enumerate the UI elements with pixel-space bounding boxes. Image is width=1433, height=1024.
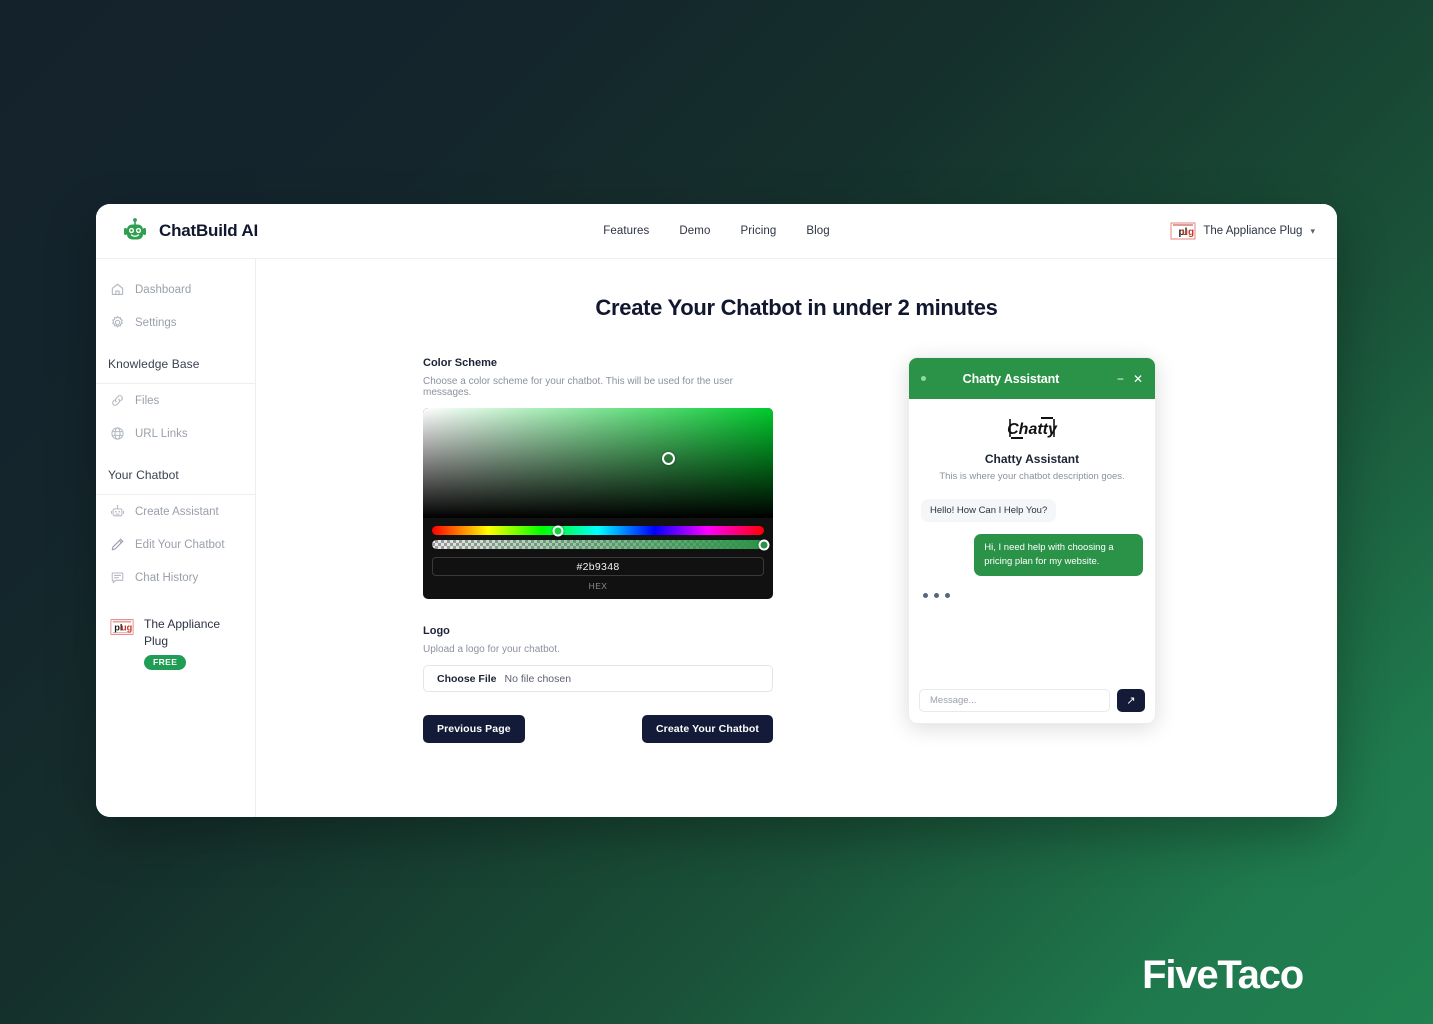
color-scheme-label: Color Scheme [423, 357, 497, 369]
gear-icon [110, 315, 125, 330]
logo-label: Logo [423, 625, 450, 637]
chat-widget-footer: ↗ [909, 680, 1155, 723]
alpha-slider-handle[interactable] [758, 539, 770, 550]
chat-widget-header: Chatty Assistant − ✕ [909, 358, 1155, 399]
close-icon[interactable]: ✕ [1133, 373, 1143, 385]
minimize-icon[interactable]: − [1117, 373, 1124, 385]
chat-message-input[interactable] [919, 689, 1110, 712]
nav-link-pricing[interactable]: Pricing [740, 225, 776, 237]
content-row: Color Scheme Choose a color scheme for y… [286, 357, 1307, 743]
sidebar-item-create-assistant[interactable]: Create Assistant [96, 495, 255, 528]
logo-help: Upload a logo for your chatbot. [423, 644, 560, 655]
brand-name: ChatBuild AI [159, 221, 258, 240]
app-body: Dashboard Settings Knowledge Base Files … [96, 259, 1337, 817]
alpha-slider[interactable] [432, 539, 770, 550]
logo-section: Logo Upload a logo for your chatbot. Cho… [423, 625, 773, 692]
chat-widget-body: Chatty Chatty Assistant This is where yo… [909, 399, 1155, 680]
robot-icon [110, 504, 125, 519]
fivetaco-watermark: FiveTaco [1142, 953, 1304, 997]
sidebar-group-knowledge: Files URL Links [96, 384, 255, 454]
sidebar-group-chatbot: Create Assistant Edit Your Chatbot Chat … [96, 495, 255, 598]
logo-file-input[interactable]: Choose File No file chosen [423, 665, 773, 692]
globe-icon [110, 426, 125, 441]
sidebar-item-label: Dashboard [135, 283, 192, 296]
color-sliders [423, 518, 773, 550]
hue-slider[interactable] [432, 525, 764, 536]
sidebar-account-info: The Appliance Plug FREE [144, 616, 245, 670]
chat-lines-icon [110, 570, 125, 585]
create-chatbot-button[interactable]: Create Your Chatbot [641, 715, 773, 743]
saturation-value-panel[interactable] [423, 408, 773, 518]
sidebar-item-label: Chat History [135, 571, 199, 584]
color-picker[interactable]: #2b9348 HEX [423, 408, 773, 599]
sidebar-heading-knowledge-base: Knowledge Base [108, 357, 200, 371]
chat-bot-description: This is where your chatbot description g… [939, 471, 1125, 482]
sidebar-account[interactable]: pl ug The Appliance Plug FREE [96, 598, 255, 680]
sidebar-item-url-links[interactable]: URL Links [96, 417, 255, 450]
page-title: Create Your Chatbot in under 2 minutes [595, 295, 998, 320]
top-navigation-bar: ChatBuild AI Features Demo Pricing Blog … [96, 204, 1337, 259]
sidebar-item-edit-your-chatbot[interactable]: Edit Your Chatbot [96, 528, 255, 561]
typing-dots-icon [921, 592, 1143, 598]
sidebar-account-name: The Appliance Plug [144, 617, 221, 648]
chatbot-form: Color Scheme Choose a color scheme for y… [423, 357, 773, 743]
sidebar-item-label: Settings [135, 316, 177, 329]
sidebar-heading-your-chatbot: Your Chatbot [108, 468, 179, 482]
chat-message-user-row: Hi, I need help with choosing a pricing … [921, 534, 1143, 576]
main-content: Create Your Chatbot in under 2 minutes C… [256, 259, 1337, 817]
app-window: ChatBuild AI Features Demo Pricing Blog … [96, 204, 1337, 817]
sidebar-item-chat-history[interactable]: Chat History [96, 561, 255, 594]
sidebar-group-general: Dashboard Settings [96, 273, 255, 343]
send-arrow-icon[interactable]: ↗ [1117, 689, 1145, 712]
nav-link-blog[interactable]: Blog [806, 225, 829, 237]
sidebar-item-label: URL Links [135, 427, 188, 440]
nav-link-demo[interactable]: Demo [679, 225, 710, 237]
link-icon [110, 393, 125, 408]
chosen-file-name: No file chosen [504, 672, 572, 685]
sidebar-item-label: Edit Your Chatbot [135, 538, 225, 551]
chat-message-bot: Hello! How Can I Help You? [921, 499, 1057, 522]
hex-input[interactable]: #2b9348 [432, 557, 764, 576]
robot-icon [120, 216, 150, 246]
account-menu[interactable]: pl ug The Appliance Plug ▾ [1170, 222, 1315, 240]
sidebar: Dashboard Settings Knowledge Base Files … [96, 259, 256, 817]
sidebar-item-dashboard[interactable]: Dashboard [96, 273, 255, 306]
chat-message-user: Hi, I need help with choosing a pricing … [974, 534, 1143, 576]
saturation-handle[interactable] [662, 451, 675, 465]
chat-widget: Chatty Assistant − ✕ Chatty Chatty Assis… [908, 357, 1156, 724]
previous-page-button[interactable]: Previous Page [423, 715, 525, 743]
color-scheme-help: Choose a color scheme for your chatbot. … [423, 376, 733, 398]
appliance-plug-logo-icon: pl ug [1170, 222, 1196, 240]
chat-input-row: ↗ [919, 689, 1145, 712]
chevron-down-icon[interactable]: ▾ [1310, 226, 1315, 237]
form-actions: Previous Page Create Your Chatbot [423, 715, 773, 743]
appliance-plug-logo-icon: pl ug [110, 618, 134, 636]
chat-preview-column: Chatty Assistant − ✕ Chatty Chatty Assis… [908, 357, 1156, 743]
hex-caption: HEX [588, 581, 608, 591]
home-icon [110, 282, 125, 297]
sidebar-item-settings[interactable]: Settings [96, 306, 255, 339]
account-name: The Appliance Plug [1203, 225, 1303, 237]
svg-text:Chatty: Chatty [1007, 421, 1058, 438]
svg-text:ug: ug [121, 623, 133, 633]
choose-file-button[interactable]: Choose File [437, 673, 497, 685]
sidebar-item-files[interactable]: Files [96, 384, 255, 417]
nav-link-features[interactable]: Features [603, 225, 649, 237]
pencil-icon [110, 537, 125, 552]
brand[interactable]: ChatBuild AI [120, 216, 450, 246]
sidebar-item-label: Create Assistant [135, 505, 219, 518]
svg-text:ug: ug [1182, 227, 1194, 238]
chat-bot-name: Chatty Assistant [984, 452, 1080, 466]
message-list: Hello! How Can I Help You? Hi, I need he… [921, 499, 1143, 598]
chatty-logo-icon: Chatty [921, 415, 1143, 441]
status-badge: FREE [144, 654, 187, 670]
hue-slider-handle[interactable] [552, 525, 564, 536]
sidebar-item-label: Files [135, 394, 160, 407]
chat-widget-title: Chatty Assistant [962, 371, 1060, 386]
